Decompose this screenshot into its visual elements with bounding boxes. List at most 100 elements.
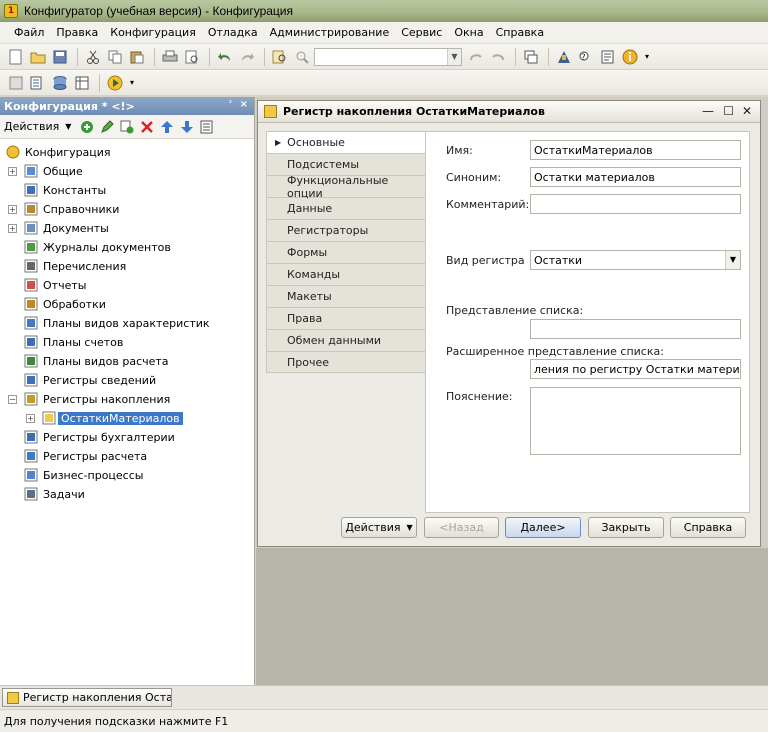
open-folder-icon[interactable] — [28, 47, 48, 67]
back-button[interactable]: <Назад — [424, 517, 499, 538]
search-combo[interactable]: ▼ — [314, 47, 462, 66]
menu-administration[interactable]: Администрирование — [270, 26, 390, 39]
tab-item[interactable]: Регистраторы — [266, 219, 426, 241]
tab-item[interactable]: Прочее — [266, 351, 426, 373]
tab-main[interactable]: ▶ Основные — [266, 131, 427, 153]
compare-icon[interactable] — [28, 73, 48, 93]
tree-item[interactable]: Планы видов расчета — [0, 352, 254, 371]
search-icon[interactable] — [292, 47, 312, 67]
properties-list-icon[interactable] — [197, 118, 217, 136]
tree-item[interactable]: Планы видов характеристик — [0, 314, 254, 333]
tab-label: Права — [287, 312, 323, 325]
tab-item[interactable]: Данные — [266, 197, 426, 219]
pin-icon[interactable]: ᶦ — [229, 99, 232, 109]
copy-icon[interactable] — [105, 47, 125, 67]
edit-icon[interactable] — [97, 118, 117, 136]
menu-debug[interactable]: Отладка — [208, 26, 258, 39]
expand-icon[interactable]: + — [8, 224, 17, 233]
run-overflow-icon[interactable]: ▾ — [127, 73, 137, 93]
explanation-field[interactable] — [530, 387, 741, 455]
name-field[interactable]: ОстаткиМатериалов — [530, 140, 741, 160]
chevron-down-icon[interactable]: ▼ — [725, 251, 740, 269]
paste-icon[interactable] — [127, 47, 147, 67]
tree-item[interactable]: + Справочники — [0, 200, 254, 219]
expand-icon[interactable]: + — [8, 167, 17, 176]
tree-item[interactable]: Задачи — [0, 485, 254, 504]
tab-item[interactable]: Макеты — [266, 285, 426, 307]
menu-windows[interactable]: Окна — [454, 26, 483, 39]
help-content-icon[interactable] — [598, 47, 618, 67]
find-in-document-icon[interactable] — [270, 47, 290, 67]
windows-icon[interactable] — [521, 47, 541, 67]
tree-item[interactable]: Регистры бухгалтерии — [0, 428, 254, 447]
register-kind-select[interactable]: Остатки ▼ — [530, 250, 741, 270]
expand-icon[interactable]: + — [26, 414, 35, 423]
close-icon[interactable]: × — [240, 99, 248, 110]
copy-item-icon[interactable] — [117, 118, 137, 136]
tree-item[interactable]: Отчеты — [0, 276, 254, 295]
move-down-icon[interactable] — [177, 118, 197, 136]
window-tab-register[interactable]: Регистр накопления Остат... — [2, 688, 172, 707]
tree-item[interactable]: − Регистры накопления — [0, 390, 254, 409]
ext-list-presentation-field[interactable]: ления по регистру Остатки материалов — [530, 359, 741, 379]
save-icon[interactable] — [50, 47, 70, 67]
menu-help[interactable]: Справка — [496, 26, 544, 39]
maximize-icon[interactable]: ☐ — [723, 104, 734, 118]
tree-item[interactable]: Константы — [0, 181, 254, 200]
print-preview-icon[interactable] — [182, 47, 202, 67]
delete-icon[interactable] — [137, 118, 157, 136]
new-document-icon[interactable] — [6, 47, 26, 67]
minimize-icon[interactable]: — — [702, 104, 714, 118]
tab-item[interactable]: Обмен данными — [266, 329, 426, 351]
tree-item[interactable]: Регистры расчета — [0, 447, 254, 466]
tab-item[interactable]: Команды — [266, 263, 426, 285]
expand-icon[interactable]: + — [8, 205, 17, 214]
actions-button[interactable]: Действия ▼ — [341, 517, 417, 538]
menu-file[interactable]: Файл — [14, 26, 44, 39]
print-icon[interactable] — [160, 47, 180, 67]
info-icon[interactable] — [620, 47, 640, 67]
close-button[interactable]: Закрыть — [588, 517, 664, 538]
collapse-icon[interactable]: − — [8, 395, 17, 404]
chevron-down-icon[interactable]: ▼ — [65, 122, 71, 131]
find-previous-icon[interactable] — [488, 47, 508, 67]
tree-item[interactable]: Бизнес-процессы — [0, 466, 254, 485]
tree-item[interactable]: + ОстаткиМатериалов — [0, 409, 254, 428]
menu-service[interactable]: Сервис — [401, 26, 442, 39]
next-button[interactable]: Далее> — [505, 517, 581, 538]
add-icon[interactable] — [77, 118, 97, 136]
tab-item[interactable]: Формы — [266, 241, 426, 263]
cut-icon[interactable] — [83, 47, 103, 67]
redo-icon[interactable] — [237, 47, 257, 67]
comment-field[interactable] — [530, 194, 741, 214]
tree-item[interactable]: Журналы документов — [0, 238, 254, 257]
tree-item[interactable]: + Документы — [0, 219, 254, 238]
run-debug-icon[interactable] — [105, 73, 125, 93]
list-presentation-field[interactable] — [530, 319, 741, 339]
tree-item[interactable]: Планы счетов — [0, 333, 254, 352]
tree-item[interactable]: Конфигурация — [0, 143, 254, 162]
actions-menu[interactable]: Действия — [4, 120, 59, 133]
close-icon[interactable]: ✕ — [742, 104, 752, 118]
properties-icon[interactable] — [6, 73, 26, 93]
menu-configuration[interactable]: Конфигурация — [110, 26, 196, 39]
menu-edit[interactable]: Правка — [56, 26, 98, 39]
tree-item[interactable]: + Общие — [0, 162, 254, 181]
tree-item[interactable]: Регистры сведений — [0, 371, 254, 390]
help-search-icon[interactable]: ? — [576, 47, 596, 67]
tab-item[interactable]: Подсистемы — [266, 153, 426, 175]
tree-item[interactable]: Перечисления — [0, 257, 254, 276]
move-up-icon[interactable] — [157, 118, 177, 136]
find-next-icon[interactable] — [466, 47, 486, 67]
tree-item[interactable]: Обработки — [0, 295, 254, 314]
help-button[interactable]: Справка — [670, 517, 746, 538]
tab-item[interactable]: Права — [266, 307, 426, 329]
synonym-field[interactable]: Остатки материалов — [530, 167, 741, 187]
database-icon[interactable] — [50, 73, 70, 93]
tab-item[interactable]: Функциональные опции — [266, 174, 426, 200]
toolbar-overflow-icon[interactable]: ▾ — [642, 47, 652, 67]
syntax-helper-icon[interactable] — [554, 47, 574, 67]
table-icon[interactable] — [72, 73, 92, 93]
chevron-down-icon[interactable]: ▼ — [447, 48, 461, 65]
undo-icon[interactable] — [215, 47, 235, 67]
